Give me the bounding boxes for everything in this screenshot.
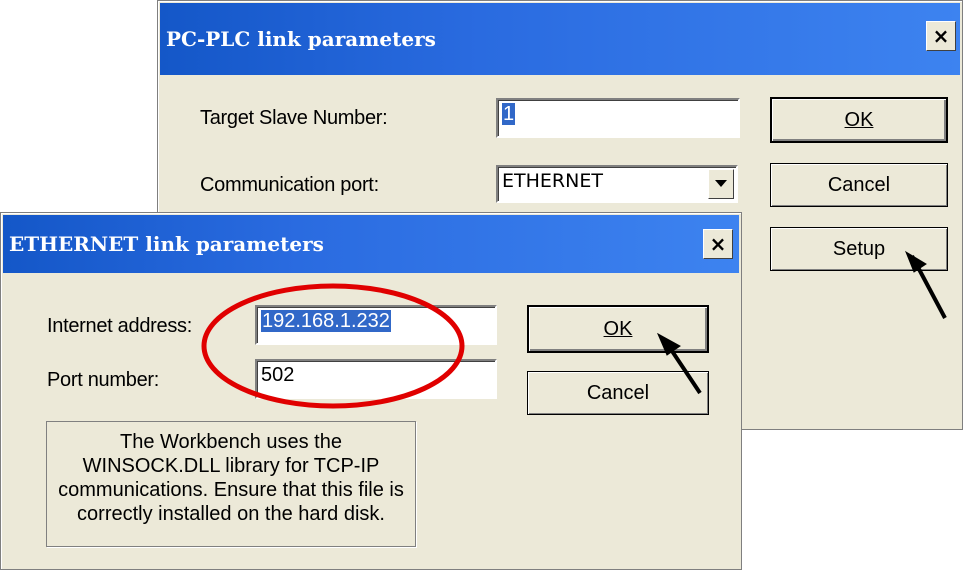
ethernet-dialog-titlebar: ETHERNET link parameters [3,215,739,273]
comm-port-value: ETHERNET [502,170,603,192]
comm-port-select[interactable]: ETHERNET [496,165,738,203]
comm-port-label: Communication port: [200,174,379,196]
port-number-input[interactable]: 502 [255,359,497,399]
ethernet-link-dialog: ETHERNET link parameters × Internet addr… [0,212,742,570]
plc-dialog-title: PC-PLC link parameters [166,27,436,51]
port-number-label: Port number: [47,369,160,391]
target-slave-label: Target Slave Number: [200,107,388,129]
plc-cancel-button[interactable]: Cancel [770,163,948,207]
target-slave-input[interactable]: 1 [496,98,740,138]
internet-address-label: Internet address: [47,315,192,337]
winsock-info-box: The Workbench uses the WINSOCK.DLL libra… [46,421,416,547]
port-number-value: 502 [261,364,295,386]
plc-ok-label: OK [844,108,874,131]
ethernet-dialog-title: ETHERNET link parameters [9,232,324,256]
ethernet-ok-label: OK [603,317,633,340]
ethernet-cancel-label: Cancel [586,381,650,404]
plc-ok-button[interactable]: OK [770,97,948,143]
chevron-down-icon[interactable] [708,169,734,199]
ethernet-cancel-button[interactable]: Cancel [527,371,709,415]
plc-setup-label: Setup [832,237,886,260]
ethernet-ok-button[interactable]: OK [527,305,709,353]
plc-dialog-titlebar: PC-PLC link parameters [160,3,960,75]
ethernet-dialog-close-icon[interactable]: × [703,229,733,259]
plc-cancel-label: Cancel [827,173,891,196]
internet-address-value: 192.168.1.232 [261,310,391,332]
winsock-info-text: The Workbench uses the WINSOCK.DLL libra… [58,431,404,525]
internet-address-input[interactable]: 192.168.1.232 [255,305,497,345]
plc-dialog-close-icon[interactable]: × [926,21,956,51]
target-slave-value: 1 [502,103,516,125]
plc-setup-button[interactable]: Setup [770,227,948,271]
